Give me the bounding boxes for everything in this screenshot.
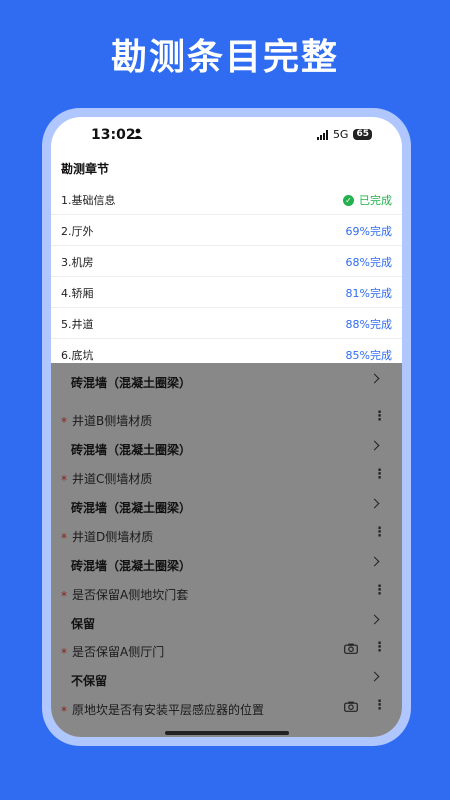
chapter-label: 3.机房 [61,256,94,269]
battery-icon: 65 [353,129,372,140]
form-answer: 不保留 [71,674,108,688]
chapter-status: ✓ 已完成 [343,192,392,208]
form-answer: 砖混墙（混凝土圈梁） [71,443,192,457]
form-item-shaft-a-wall[interactable]: 砖混墙（混凝土圈梁） [51,363,402,399]
chevron-right-icon[interactable] [369,440,380,451]
status-right: 5G 65 [316,128,372,141]
required-marker: * [61,704,67,718]
chevron-right-icon[interactable] [369,556,380,567]
chapter-label: 1.基础信息 [61,194,116,207]
chevron-right-icon[interactable] [369,373,380,384]
form-item-keep-hall-door[interactable]: * 是否保留A侧厅门 ⋮ 不保留 [51,639,402,697]
status-bar: 13:02 5G 65 [51,117,402,153]
form-question: 井道B侧墙材质 [72,414,153,428]
more-icon[interactable]: ⋮ [373,699,386,712]
chapter-status: 69%完成 [345,225,392,238]
more-icon[interactable]: ⋮ [373,526,386,539]
headline: 勘测条目完整 [110,37,339,78]
form-answer: 保留 [71,617,96,631]
home-indicator[interactable] [165,731,289,735]
check-circle-icon: ✓ [343,194,354,206]
chapter-sheet: 勘测章节 1.基础信息 ✓ 已完成 2.厅外 69%完成 3.机房 68%完成 … [51,153,402,369]
required-marker: * [61,473,67,487]
more-icon[interactable]: ⋮ [373,641,386,654]
status-time: 13:02 [91,127,136,143]
sheet-title: 勘测章节 [61,162,110,176]
chapter-status: 88%完成 [345,318,392,331]
camera-icon[interactable] [344,701,358,712]
chapter-row-hall[interactable]: 2.厅外 69%完成 [51,215,402,246]
more-icon[interactable]: ⋮ [373,584,386,597]
form-item-shaft-b-wall[interactable]: * 井道B侧墙材质 ⋮ 砖混墙（混凝土圈梁） [51,408,402,466]
chevron-right-icon[interactable] [369,614,380,625]
chapter-status-text: 已完成 [359,194,392,207]
form-question: 是否保留A侧地坎门套 [72,588,189,602]
form-item-keep-sill[interactable]: * 是否保留A侧地坎门套 ⋮ 保留 [51,582,402,640]
phone-screen: 13:02 5G 65 勘测章节 1.基础信息 ✓ 已完成 2.厅外 69%完成… [51,117,402,737]
form-answer: 砖混墙（混凝土圈梁） [71,376,192,390]
signal-icon [316,129,328,140]
form-question: 井道C侧墙材质 [72,472,153,486]
more-icon[interactable]: ⋮ [373,468,386,481]
chapter-label: 2.厅外 [61,225,94,238]
form-question: 原地坎是否有安装平层感应器的位置 [72,703,265,717]
camera-icon[interactable] [344,643,358,654]
chapter-status: 68%完成 [345,256,392,269]
form-item-shaft-c-wall[interactable]: * 井道C侧墙材质 ⋮ 砖混墙（混凝土圈梁） [51,466,402,524]
form-item-shaft-d-wall[interactable]: * 井道D侧墙材质 ⋮ 砖混墙（混凝土圈梁） [51,524,402,582]
form-question: 是否保留A侧厅门 [72,645,165,659]
chevron-right-icon[interactable] [369,671,380,682]
more-icon[interactable]: ⋮ [373,410,386,423]
network-label: 5G [332,128,349,141]
required-marker: * [61,415,67,429]
chapter-label: 6.底坑 [61,349,94,362]
chapter-row-basic-info[interactable]: 1.基础信息 ✓ 已完成 [51,184,402,215]
required-marker: * [61,589,67,603]
form-question: 井道D侧墙材质 [72,530,154,544]
person-icon [133,128,143,139]
chapter-row-car[interactable]: 4.轿厢 81%完成 [51,277,402,308]
chapter-label: 5.井道 [61,318,94,331]
dimmed-form-area[interactable]: 砖混墙（混凝土圈梁） * 井道B侧墙材质 ⋮ 砖混墙（混凝土圈梁） * 井道C侧… [51,363,402,737]
form-answer: 砖混墙（混凝土圈梁） [71,501,192,515]
required-marker: * [61,531,67,545]
chapter-status: 85%完成 [345,349,392,362]
required-marker: * [61,646,67,660]
phone-frame: 13:02 5G 65 勘测章节 1.基础信息 ✓ 已完成 2.厅外 69%完成… [42,108,411,746]
chapter-row-shaft[interactable]: 5.井道 88%完成 [51,308,402,339]
chapter-label: 4.轿厢 [61,287,94,300]
form-answer: 砖混墙（混凝土圈梁） [71,559,192,573]
chapter-status: 81%完成 [345,287,392,300]
chevron-right-icon[interactable] [369,498,380,509]
chapter-row-machine-room[interactable]: 3.机房 68%完成 [51,246,402,277]
